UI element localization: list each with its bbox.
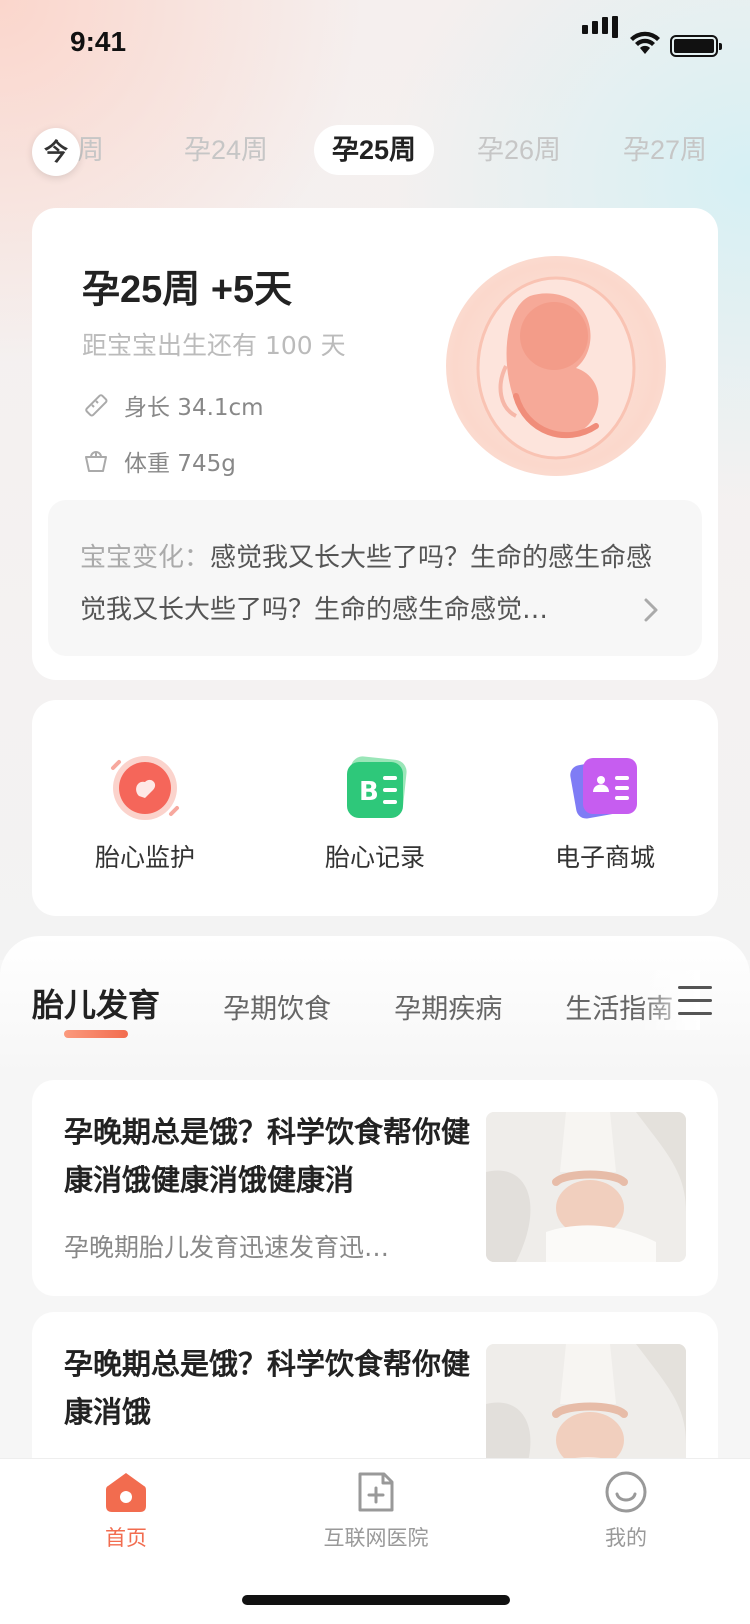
nav-hospital[interactable]: 互联网医院: [276, 1470, 476, 1552]
status-icons: [582, 16, 722, 60]
baby-weight: 体重 745g: [82, 444, 236, 478]
week-tab-24[interactable]: 孕24周: [184, 125, 268, 175]
svg-text:B: B: [359, 777, 379, 807]
pregnancy-week-title: 孕25周 +5天: [82, 269, 293, 311]
week-tab-26[interactable]: 孕26周: [477, 125, 561, 175]
profile-icon: [604, 1470, 648, 1514]
baby-length: 身长 34.1cm: [82, 388, 264, 422]
nav-label: 我的: [605, 1526, 647, 1550]
article-thumbnail: [486, 1112, 686, 1262]
fetus-illustration: [446, 256, 666, 476]
baby-change-text: 宝宝变化：感觉我又长大些了吗？生命的感生命感觉我又长大些了吗？生命的感生命感觉…: [80, 532, 670, 636]
tab-fetal-development[interactable]: 胎儿发育: [32, 980, 160, 1026]
scale-icon: [85, 451, 107, 472]
article-description: 孕晚期胎儿发育迅速发育迅…: [64, 1233, 390, 1262]
shortcut-shop[interactable]: 电子商城: [530, 752, 680, 874]
fetal-monitor-icon: [109, 752, 181, 824]
week-selector: 3周 孕24周 孕25周 孕26周 孕27周: [0, 125, 750, 181]
status-time: 9:41: [70, 26, 127, 57]
nav-label: 互联网医院: [323, 1526, 429, 1550]
birth-countdown: 距宝宝出生还有 100 天: [82, 331, 346, 360]
fetal-record-icon: B: [339, 752, 411, 824]
shortcut-label: 电子商城: [554, 843, 655, 872]
baby-length-text: 身长 34.1cm: [124, 395, 264, 421]
hospital-icon: [354, 1470, 398, 1514]
shortcut-fetal-monitor[interactable]: 胎心监护: [70, 752, 220, 874]
nav-label: 首页: [105, 1526, 147, 1550]
shop-icon: [569, 752, 641, 824]
baby-change-label: 宝宝变化：: [80, 543, 211, 573]
nav-home[interactable]: 首页: [26, 1470, 226, 1552]
home-icon: [104, 1470, 148, 1514]
shortcut-label: 胎心监护: [94, 843, 195, 872]
today-button[interactable]: 今: [32, 128, 80, 176]
tab-pregnancy-illness[interactable]: 孕期疾病: [394, 987, 502, 1026]
week-tab-25[interactable]: 孕25周: [314, 125, 435, 175]
nav-profile[interactable]: 我的: [526, 1470, 726, 1552]
active-tab-indicator: [64, 1030, 128, 1038]
tab-pregnancy-diet[interactable]: 孕期饮食: [223, 987, 331, 1026]
ruler-icon: [85, 394, 108, 417]
battery-icon: [670, 35, 722, 57]
shortcut-label: 胎心记录: [324, 843, 425, 872]
home-indicator: [242, 1595, 510, 1605]
shortcut-fetal-record[interactable]: B 胎心记录: [300, 752, 450, 874]
menu-icon[interactable]: [678, 986, 712, 1016]
category-tabs: 胎儿发育 孕期饮食 孕期疾病 生活指南: [32, 980, 672, 1028]
chevron-right-icon[interactable]: [642, 596, 660, 624]
wifi-icon: [630, 31, 660, 54]
article-card[interactable]: 孕晚期总是饿？科学饮食帮你健康消饿健康消饿健康消 孕晚期胎儿发育迅速发育迅…: [32, 1080, 718, 1296]
week-tab-27[interactable]: 孕27周: [623, 125, 707, 175]
baby-weight-text: 体重 745g: [124, 451, 236, 477]
article-title: 孕晚期总是饿？科学饮食帮你健康消饿健康消饿健康消: [64, 1115, 471, 1197]
article-title: 孕晚期总是饿？科学饮食帮你健康消饿: [64, 1347, 471, 1429]
